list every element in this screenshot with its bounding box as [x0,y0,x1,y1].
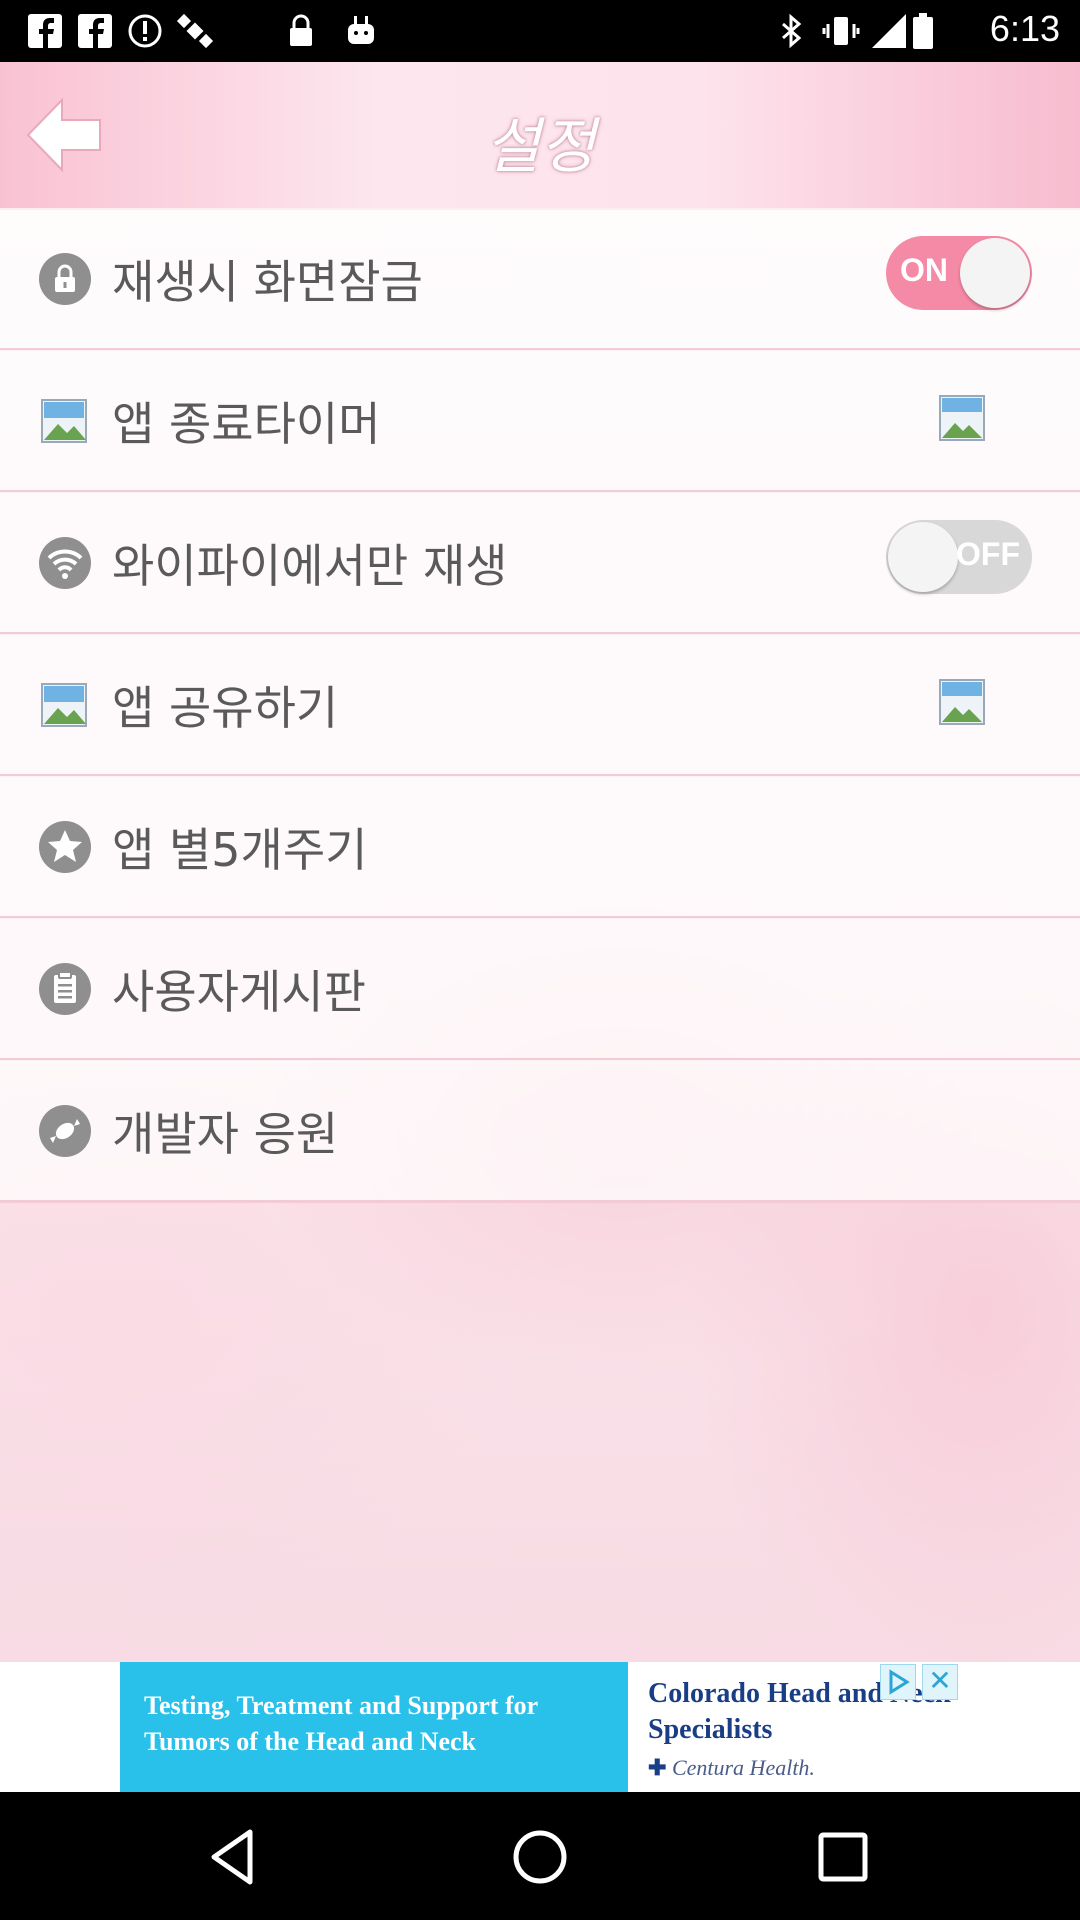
setting-label: 앱 공유하기 [112,681,339,735]
adchoices-icon[interactable] [880,1664,916,1700]
broken-image-icon[interactable] [938,678,986,726]
setting-row-rate-app[interactable]: 앱 별5개주기 [0,776,1080,919]
navigation-bar [0,1792,1080,1920]
wifi-only-toggle[interactable]: OFF [886,520,1032,594]
lock-icon [290,14,312,46]
screen-lock-toggle[interactable]: ON [886,236,1032,310]
nav-back-icon[interactable] [200,1822,270,1892]
setting-label: 와이파이에서만 재생 [112,539,508,593]
toggle-state-label: OFF [956,536,1020,572]
android-icon [348,16,374,44]
lock-icon [39,253,91,305]
broken-image-icon [41,683,87,727]
alert-icon [128,14,162,48]
clipboard-icon [39,963,91,1015]
setting-row-screen-lock[interactable]: 재생시 화면잠금 ON [0,208,1080,351]
signal-icon [872,14,906,48]
ad-brand-text: Centura Health. [671,1755,815,1780]
satellite-icon [176,13,214,49]
facebook-icon [78,14,112,48]
wifi-icon [39,537,91,589]
page-title: 설정 [484,112,596,182]
broken-image-icon[interactable] [938,394,986,442]
setting-label: 사용자게시판 [112,965,366,1019]
cross-icon: ✚ [648,1755,672,1780]
setting-row-user-board[interactable]: 사용자게시판 [0,918,1080,1061]
bluetooth-icon [782,13,802,49]
app-header: 설정 [0,62,1080,210]
toggle-state-label: ON [900,252,948,288]
ad-left-text: Testing, Treatment and Support for Tumor… [120,1662,628,1792]
setting-row-support-developer[interactable]: 개발자 응원 [0,1060,1080,1203]
setting-row-wifi-only[interactable]: 와이파이에서만 재생 OFF [0,492,1080,635]
nav-home-icon[interactable] [505,1822,575,1892]
star-icon [39,821,91,873]
setting-label: 앱 종료타이머 [112,397,381,451]
setting-label: 재생시 화면잠금 [112,255,423,309]
toggle-knob [960,238,1030,308]
ad-banner[interactable]: Testing, Treatment and Support for Tumor… [120,1662,960,1792]
ad-brand: ✚ Centura Health. [648,1750,815,1786]
candy-icon [39,1105,91,1157]
setting-row-share-app[interactable]: 앱 공유하기 [0,634,1080,777]
toggle-knob [888,522,958,592]
setting-label: 개발자 응원 [112,1107,339,1161]
broken-image-icon [41,399,87,443]
status-bar: 6:13 [0,0,1080,62]
nav-recents-icon[interactable] [808,1822,878,1892]
facebook-icon [28,14,62,48]
battery-icon [913,13,933,49]
clock: 6:13 [989,8,1060,49]
setting-row-exit-timer[interactable]: 앱 종료타이머 [0,350,1080,493]
setting-label: 앱 별5개주기 [112,823,368,877]
vibrate-icon [822,17,860,45]
ad-close-icon[interactable]: ✕ [922,1664,958,1700]
